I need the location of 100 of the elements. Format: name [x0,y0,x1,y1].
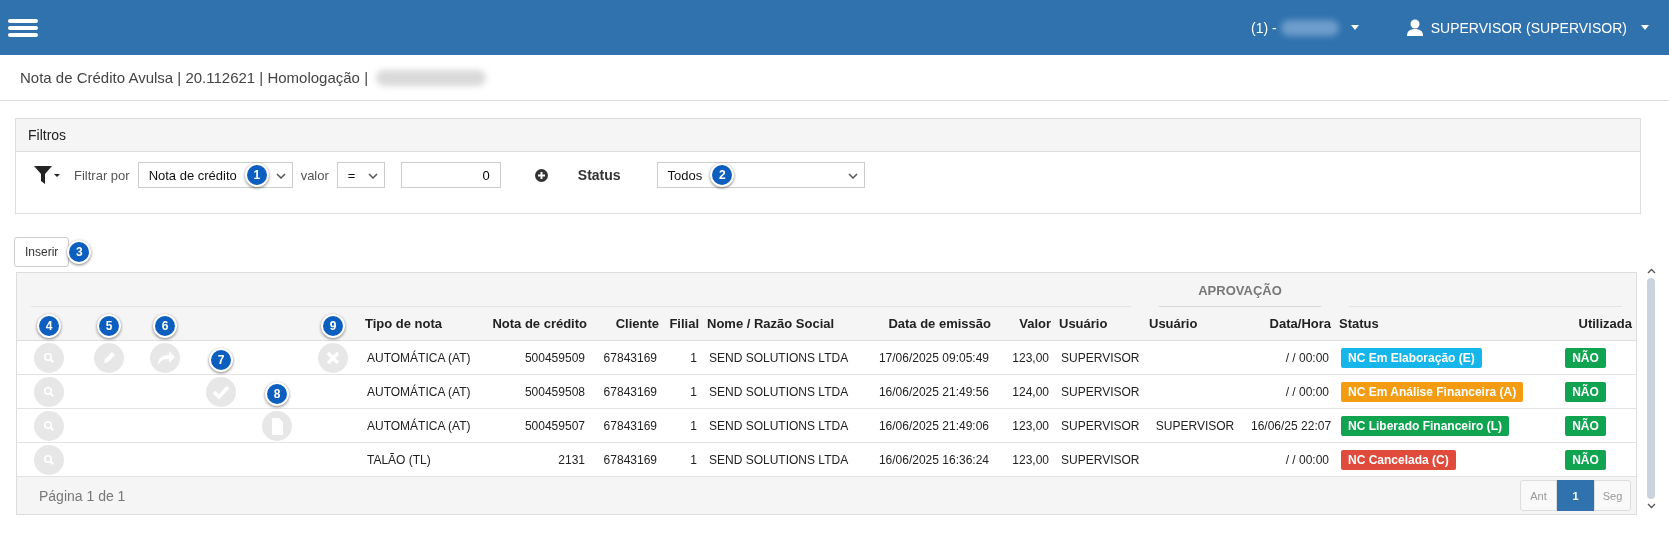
table-cell: 124,00 [1012,384,1049,399]
marker-badge: 1 [244,163,269,187]
marker-badge: 5 [97,313,121,338]
page-info: Página 1 de 1 [39,487,126,504]
used-badge: NÃO [1565,381,1606,402]
marker-badge: 2 [710,163,735,187]
status-badge: NC Cancelada (C) [1341,449,1456,470]
status-badge: NC Em Elaboração (E) [1341,347,1482,368]
table-cell: 2131 [558,452,585,467]
marker-badge: 6 [153,313,177,338]
page-title: Nota de Crédito Avulsa | 20.112621 | Homologação | [20,69,369,86]
table-cell: 1 [690,384,697,399]
table-cell: / / 00:00 [1285,350,1329,365]
table-cell: 1 [690,418,697,433]
value-label: valor [300,167,329,183]
table-cell: / / 00:00 [1285,384,1329,399]
marker-badge: 4 [37,313,61,338]
table-cell: AUTOMÁTICA (AT) [367,350,471,365]
view-icon[interactable] [34,342,64,373]
column-header: Tipo de nota [365,316,443,331]
marker-badge: 9 [321,313,345,338]
table-cell: SUPERVISOR [1155,418,1235,433]
chevron-down-icon [847,173,858,179]
table-cell: 123,00 [1012,350,1049,365]
scrollbar-thumb[interactable] [1647,278,1655,499]
operator-select[interactable]: = [336,162,385,188]
table-cell: SUPERVISOR [1061,384,1140,399]
value-input[interactable]: 0 [400,162,501,188]
table-cell: 67843169 [603,350,657,365]
table-cell: 16/06/25 22:07 [1251,418,1332,433]
column-header: Status [1339,316,1379,331]
column-header: Usuário [1059,316,1108,331]
chevron-down-icon [275,173,286,179]
table-cell: 16/06/2025 16:36:24 [878,452,989,467]
used-badge: NÃO [1565,415,1606,436]
filter-label: Filtrar por [74,167,130,183]
table-cell: TALÃO (TL) [367,452,431,467]
forward-icon[interactable] [150,342,180,373]
user-menu[interactable]: SUPERVISOR (SUPERVISOR) [1406,19,1649,36]
user-icon [1406,19,1423,36]
table-cell: 67843169 [603,452,657,467]
view-icon[interactable] [34,444,64,475]
panel-title: Filtros [28,127,67,143]
column-header: Filial [669,316,699,331]
table-cell: SUPERVISOR [1061,452,1140,467]
status-label: Status [577,167,621,183]
insert-button[interactable]: Inserir [14,237,70,267]
document-icon[interactable] [262,410,292,441]
chevron-down-icon [367,173,378,179]
scroll-up-icon[interactable] [1646,268,1656,274]
table-cell: AUTOMÁTICA (AT) [367,384,471,399]
table-cell: 500459508 [524,384,585,399]
used-badge: NÃO [1565,449,1606,470]
table-cell: 17/06/2025 09:05:49 [878,350,989,365]
page-button[interactable]: 1 [1557,480,1594,511]
table-cell: 16/06/2025 21:49:06 [878,418,989,433]
table-cell: SEND SOLUTIONS LTDA [709,452,849,467]
company-dropdown[interactable]: (1) - [1251,19,1359,36]
table-cell: 67843169 [603,384,657,399]
status-badge: NC Em Análise Financeira (A) [1341,381,1524,402]
menu-icon[interactable] [8,17,38,38]
blurred-text [1280,19,1339,36]
group-header: APROVAÇÃO [1159,283,1321,307]
table-cell: 123,00 [1012,452,1049,467]
column-header: Data/Hora [1269,316,1331,331]
caret-icon [1641,25,1649,30]
table-cell: 1 [690,452,697,467]
table-cell: / / 00:00 [1285,452,1329,467]
view-icon[interactable] [34,410,64,441]
filter-field-select[interactable]: Nota de crédito 1 [137,162,293,188]
table-cell: SEND SOLUTIONS LTDA [709,418,849,433]
cancel-icon[interactable] [318,342,348,373]
column-header: Nome / Razão Social [707,316,835,331]
table-cell: AUTOMÁTICA (AT) [367,418,471,433]
table-cell: 500459509 [524,350,585,365]
column-header: Nota de crédito [492,316,587,331]
scroll-down-icon[interactable] [1646,503,1656,509]
add-icon[interactable] [534,168,548,182]
table-cell: SUPERVISOR [1061,418,1140,433]
used-badge: NÃO [1565,347,1606,368]
column-header: Cliente [615,316,659,331]
column-header: Valor [1019,316,1051,331]
table-cell: SEND SOLUTIONS LTDA [709,350,849,365]
table-cell: SEND SOLUTIONS LTDA [709,384,849,399]
column-header: Utilizada [1578,316,1632,331]
table-cell: 123,00 [1012,418,1049,433]
table-cell: 500459507 [524,418,585,433]
marker-badge: 3 [67,240,92,264]
filter-icon[interactable] [34,165,60,185]
table-cell: 1 [690,350,697,365]
column-header: Data de emissão [888,316,991,331]
status-badge: NC Liberado Financeiro (L) [1341,415,1510,436]
table-cell: SUPERVISOR [1061,350,1140,365]
status-select[interactable]: Todos 2 [656,162,865,188]
edit-icon[interactable] [94,342,124,373]
caret-icon [1350,25,1359,30]
approve-icon[interactable] [206,376,236,407]
view-icon[interactable] [34,376,64,407]
column-header: Usuário [1149,316,1198,331]
table-cell: 67843169 [603,418,657,433]
